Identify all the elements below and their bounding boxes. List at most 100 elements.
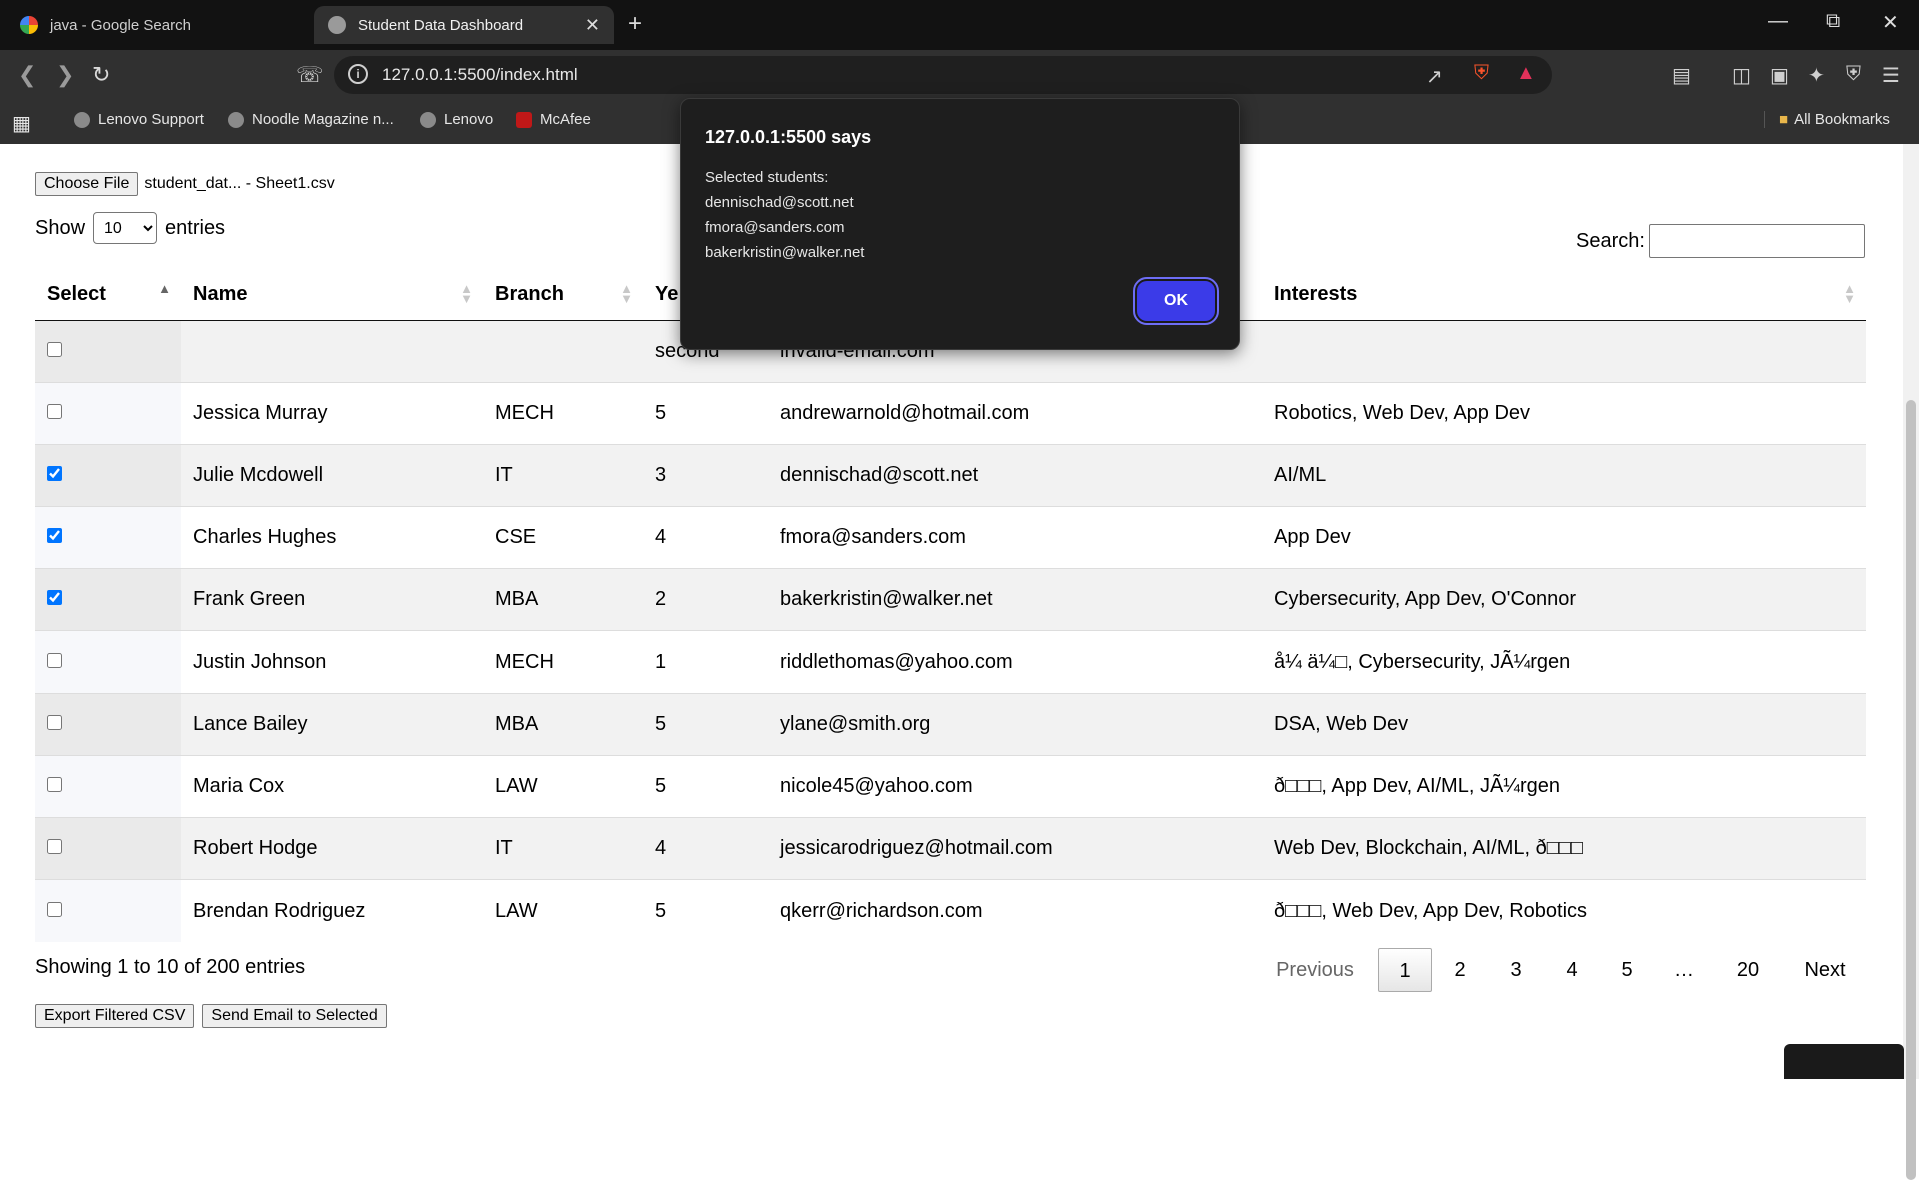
site-info-icon[interactable]: i [348,64,368,84]
bookmark-mcafee[interactable]: McAfee [516,111,591,128]
branch-cell: MECH [483,381,643,445]
column-header-interests[interactable]: Interests ▲ ▼ [1262,270,1866,321]
row-checkbox[interactable] [47,901,62,917]
row-checkbox[interactable] [47,714,62,730]
choose-file-button[interactable]: Choose File [35,172,139,196]
bookmark-icon[interactable]: ☏ [296,62,324,88]
branch-cell: IT [483,816,643,880]
all-bookmarks-folder[interactable]: ■ All Bookmarks [1764,111,1890,128]
close-tab-icon[interactable]: ✕ [585,15,600,36]
year-cell: 5 [643,692,768,756]
select-cell [35,879,181,942]
pagination-page[interactable]: 5 [1601,948,1653,992]
globe-icon [328,16,346,34]
pagination-page[interactable]: 3 [1490,948,1542,992]
name-cell: Brendan Rodriguez [181,879,483,942]
pagination-page[interactable]: 2 [1434,948,1486,992]
bookmark-label: Lenovo Support [98,111,204,128]
sort-icon: ▲ ▼ [460,281,473,306]
entries-select[interactable]: 10 [93,212,158,244]
floating-widget[interactable] [1784,1044,1904,1079]
interests-cell: App Dev [1262,506,1866,569]
alert-dialog: 127.0.0.1:5500 says Selected students: d… [680,98,1240,350]
select-cell [35,443,181,507]
bookmark-noodle-magazine[interactable]: Noodle Magazine n... [228,111,394,128]
bookmark-lenovo[interactable]: Lenovo [420,111,493,128]
brave-shield-icon[interactable]: ⛨ [1474,62,1489,85]
interests-cell: AI/ML [1262,443,1866,507]
reload-icon[interactable]: ↻ [92,62,110,88]
branch-cell: MBA [483,692,643,756]
pagination-next[interactable]: Next [1792,948,1858,992]
select-cell [35,381,181,445]
url-text[interactable]: 127.0.0.1:5500/index.html [382,65,578,85]
show-label: Show [35,216,86,239]
pagination-previous[interactable]: Previous [1268,948,1362,992]
name-cell: Lance Bailey [181,692,483,756]
window-close-icon[interactable]: ✕ [1882,10,1899,35]
address-bar[interactable]: i 127.0.0.1:5500/index.html ↗ ⛨ ▲ [334,56,1552,94]
vpn-icon[interactable]: ⛨ [1846,63,1861,86]
tab-google-search[interactable]: java - Google Search [6,6,306,44]
name-cell: Charles Hughes [181,506,483,569]
column-header-branch[interactable]: Branch ▲ ▼ [483,270,643,321]
row-checkbox[interactable] [47,465,62,481]
branch-cell [483,319,643,383]
name-cell: Jessica Murray [181,381,483,445]
email-cell: riddlethomas@yahoo.com [768,630,1262,694]
table-row: Julie Mcdowell IT 3 dennischad@scott.net AI/… [35,443,1866,507]
table-actions: Export Filtered CSV Send Email to Select… [35,1004,387,1028]
selected-file-name: student_dat... - Sheet1.csv [144,175,335,192]
column-header-name[interactable]: Name ▲ ▼ [181,270,483,321]
page-scrollbar[interactable] [1903,144,1919,1180]
row-checkbox[interactable] [47,528,62,544]
students-table: Select ▲ Name ▲ ▼ Branch ▲ ▼ Ye Interests ▲ ▼ s… [35,270,1866,942]
year-cell: 5 [643,879,768,942]
branch-cell: MBA [483,568,643,631]
row-checkbox[interactable] [47,590,62,606]
bookmark-lenovo-support[interactable]: Lenovo Support [74,111,204,128]
back-icon[interactable]: ❮ [18,62,36,88]
sort-icon: ▲ ▼ [620,281,633,306]
search-input[interactable] [1648,224,1865,258]
table-row: Brendan Rodriguez LAW 5 qkerr@richardson.co… [35,879,1866,942]
row-checkbox[interactable] [47,839,62,855]
bookmark-label: All Bookmarks [1794,111,1890,128]
branch-cell: LAW [483,879,643,942]
email-cell: nicole45@yahoo.com [768,754,1262,818]
reader-mode-icon[interactable]: ▤ [1672,63,1691,88]
row-checkbox[interactable] [47,341,62,357]
apps-icon[interactable]: ▦ [12,111,31,136]
row-checkbox[interactable] [47,403,62,419]
pagination-page[interactable]: 4 [1546,948,1598,992]
brave-rewards-icon[interactable]: ▲ [1516,62,1536,85]
pagination-page[interactable]: 1 [1378,948,1432,992]
new-tab-button[interactable]: + [628,10,642,38]
pagination-page[interactable]: 20 [1722,948,1774,992]
wallet-icon[interactable]: ▣ [1770,63,1789,88]
send-email-button[interactable]: Send Email to Selected [202,1004,387,1028]
column-header-select[interactable]: Select ▲ [35,270,181,321]
row-checkbox[interactable] [47,652,62,668]
scrollbar-thumb[interactable] [1906,400,1916,1180]
email-cell: andrewarnold@hotmail.com [768,381,1262,445]
page-length-control: Show 10 entries [35,212,225,244]
restore-icon[interactable]: ⧉ [1826,10,1840,33]
forward-icon[interactable]: ❯ [56,62,74,88]
mcafee-icon [516,111,532,128]
leo-ai-icon[interactable]: ✦ [1808,63,1825,88]
tab-student-dashboard[interactable]: Student Data Dashboard ✕ [314,6,614,44]
branch-cell: MECH [483,630,643,694]
interests-cell: Robotics, Web Dev, App Dev [1262,381,1866,445]
table-body: second invalid-email.com Jessica Murray MEC… [35,319,1866,942]
share-icon[interactable]: ↗ [1426,64,1443,89]
header-label: Name [193,283,248,306]
sidebar-icon[interactable]: ◫ [1732,63,1751,88]
export-csv-button[interactable]: Export Filtered CSV [35,1004,195,1028]
menu-icon[interactable]: ☰ [1882,63,1900,88]
name-cell: Julie Mcdowell [181,443,483,507]
year-cell: 5 [643,754,768,818]
dialog-ok-button[interactable]: OK [1133,277,1219,325]
row-checkbox[interactable] [47,776,62,792]
minimize-icon[interactable]: — [1768,10,1788,33]
